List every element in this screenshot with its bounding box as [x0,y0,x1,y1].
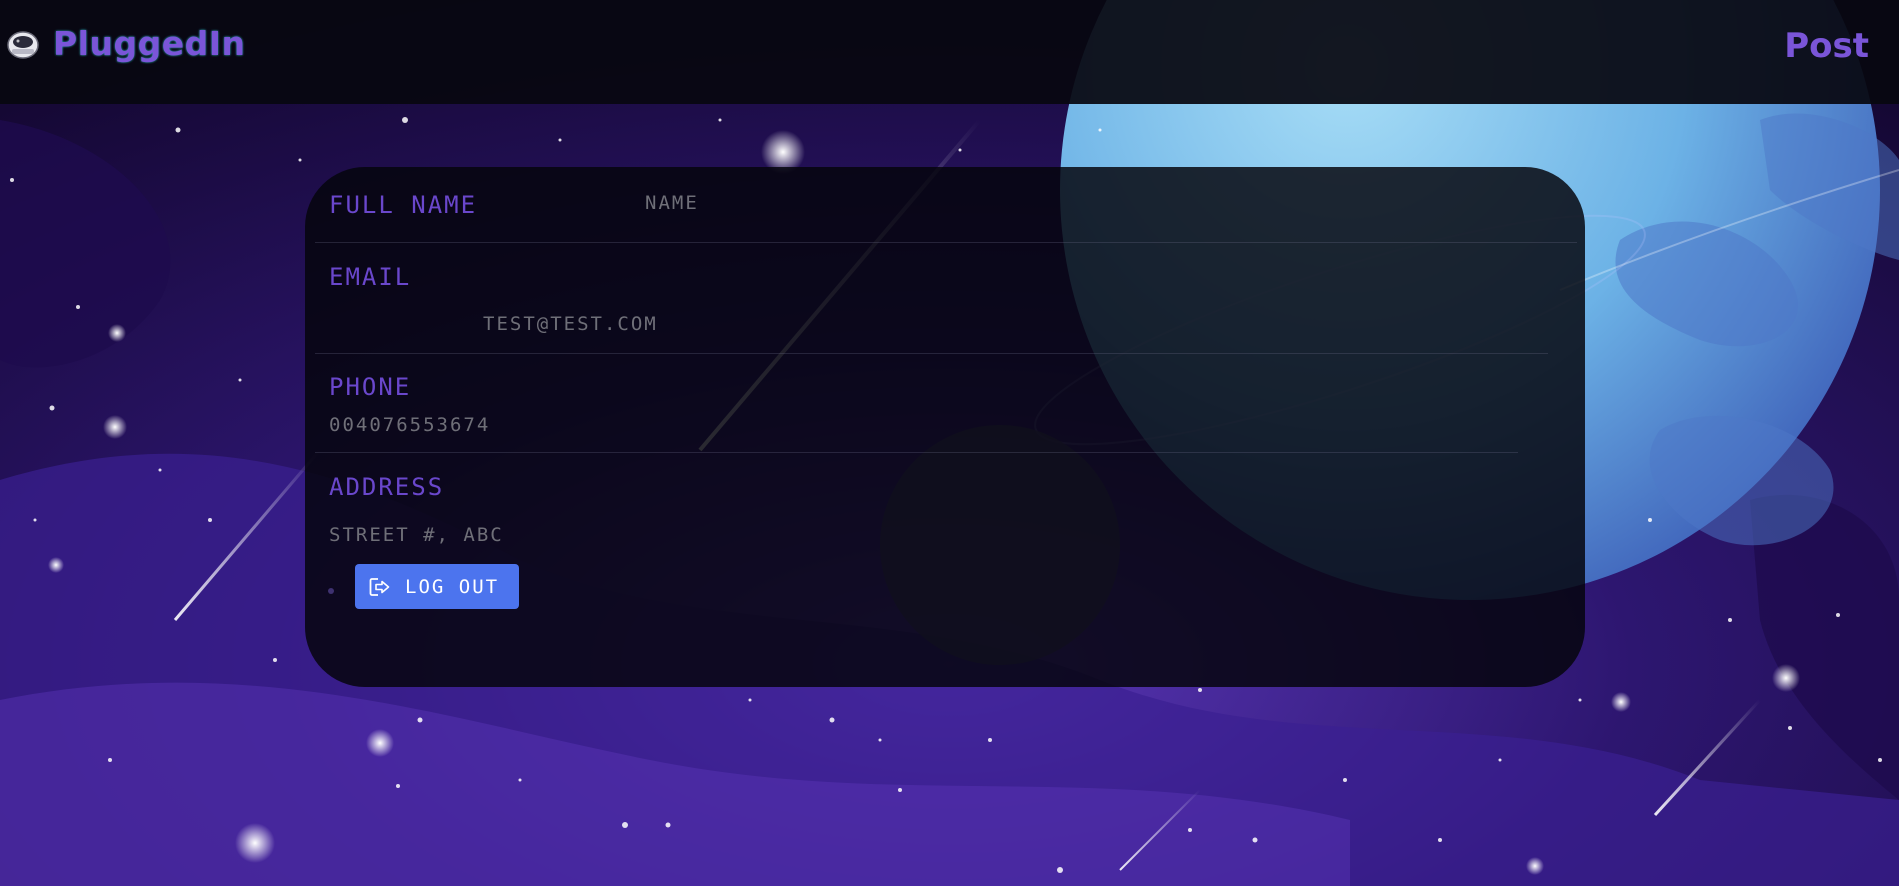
full-name-label: Full Name [329,191,478,219]
divider-email [315,353,1548,354]
email-value: test@test.com [483,313,658,335]
email-label: Email [329,263,412,291]
full-name-value: Name [645,192,699,214]
sign-out-icon [369,577,390,596]
astronaut-helmet-icon [7,30,39,59]
address-value: Street #, ABC [329,524,504,546]
logout-button[interactable]: Log Out [355,564,519,609]
page-root: PluggedIn Post Full Name Name Email test… [0,0,1899,886]
divider-full-name [315,242,1577,243]
post-link[interactable]: Post [1784,26,1869,66]
phone-value: 004076553674 [329,414,491,436]
logout-label: Log Out [405,575,500,598]
brand-link[interactable]: PluggedIn [6,24,246,63]
divider-phone [315,452,1518,453]
list-bullet [328,588,334,594]
address-label: Address [329,473,445,501]
phone-label: Phone [329,373,412,401]
brand-name: PluggedIn [53,24,246,63]
top-navbar: PluggedIn Post [0,0,1899,104]
profile-card: Full Name Name Email test@test.com Phone… [305,167,1585,687]
